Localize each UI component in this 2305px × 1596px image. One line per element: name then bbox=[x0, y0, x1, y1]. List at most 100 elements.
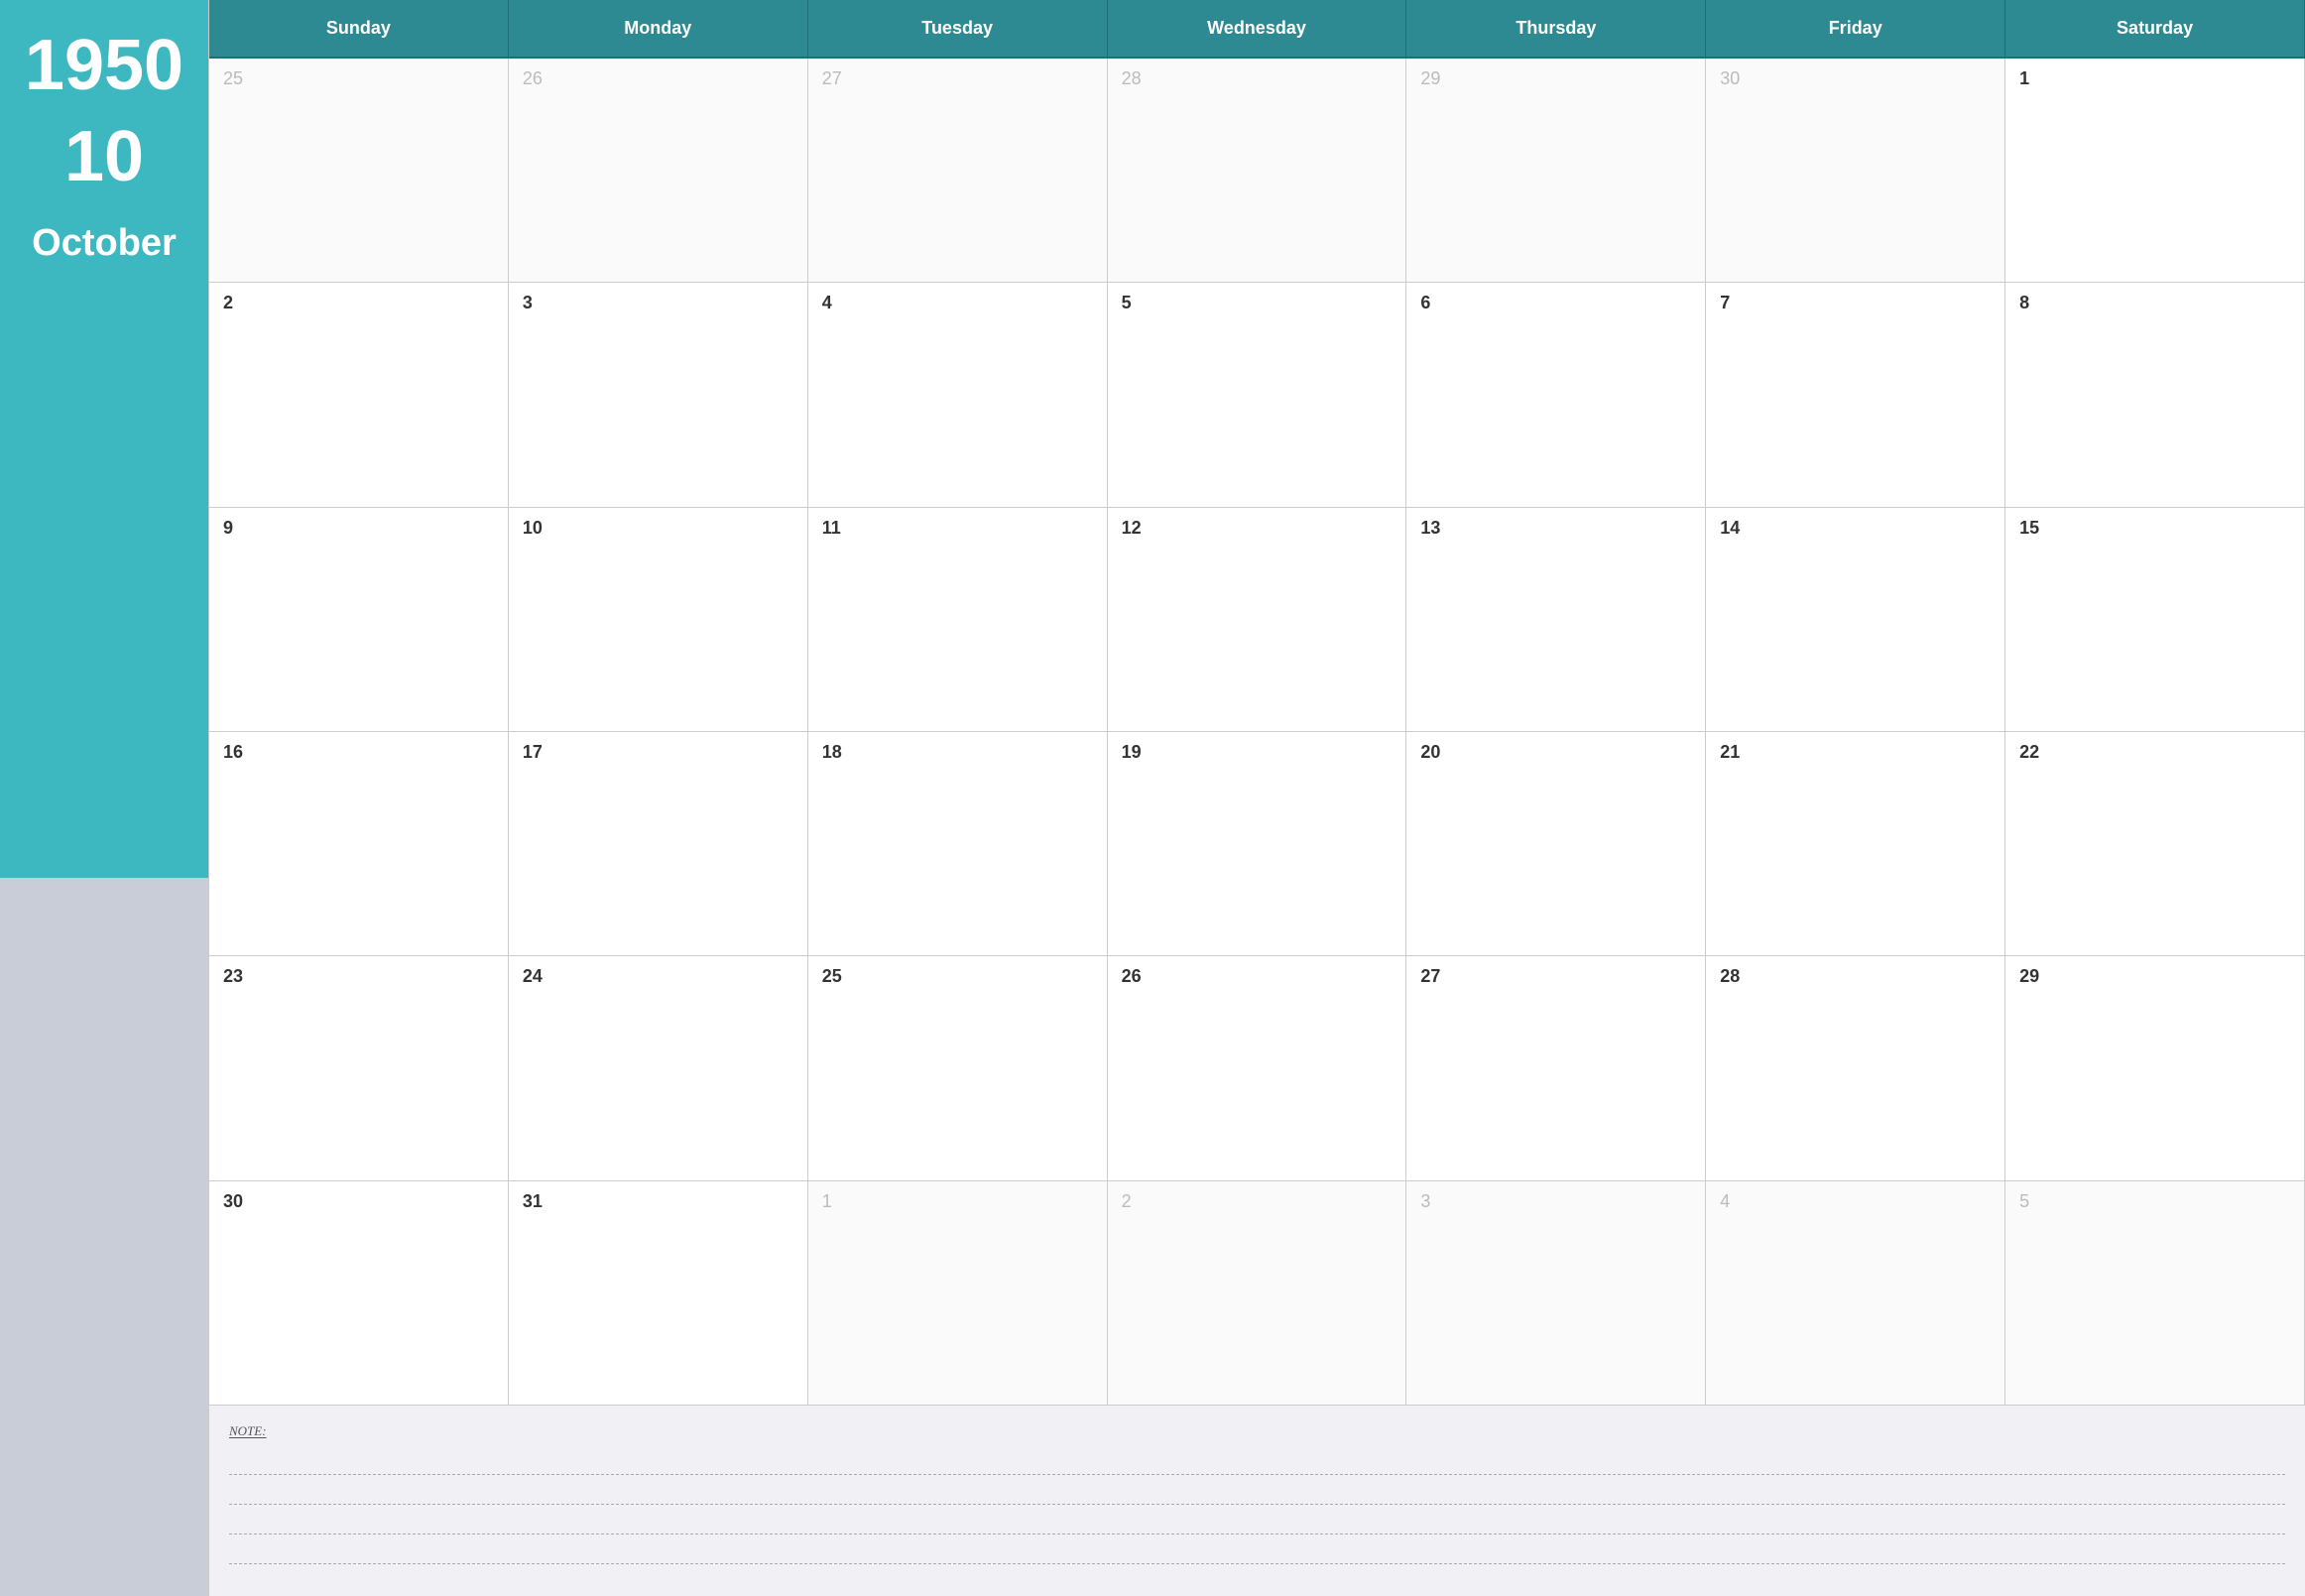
day-number: 2 bbox=[1122, 1191, 1393, 1212]
day-cell[interactable]: 31 bbox=[509, 1181, 808, 1406]
day-cell[interactable]: 24 bbox=[509, 956, 808, 1180]
day-number: 27 bbox=[1420, 966, 1691, 987]
page: 1950 10 October SundayMondayTuesdayWedne… bbox=[0, 0, 2305, 1596]
day-number: 1 bbox=[822, 1191, 1093, 1212]
note-line-3 bbox=[229, 1507, 2285, 1535]
day-cell[interactable]: 25 bbox=[808, 956, 1108, 1180]
day-cell[interactable]: 2 bbox=[209, 283, 509, 507]
day-number: 24 bbox=[523, 966, 793, 987]
day-number: 22 bbox=[2019, 742, 2290, 763]
day-cell[interactable]: 9 bbox=[209, 508, 509, 732]
day-number: 13 bbox=[1420, 518, 1691, 539]
day-number: 2 bbox=[223, 293, 494, 313]
day-cell[interactable]: 3 bbox=[1406, 1181, 1706, 1406]
day-number: 10 bbox=[523, 518, 793, 539]
day-cell[interactable]: 22 bbox=[2005, 732, 2305, 956]
day-cell[interactable]: 3 bbox=[509, 283, 808, 507]
day-cell[interactable]: 20 bbox=[1406, 732, 1706, 956]
month-name-label: October bbox=[32, 222, 177, 265]
day-cell[interactable]: 5 bbox=[2005, 1181, 2305, 1406]
day-number: 29 bbox=[2019, 966, 2290, 987]
day-cell[interactable]: 19 bbox=[1108, 732, 1407, 956]
day-number: 11 bbox=[822, 518, 1093, 539]
day-cell[interactable]: 26 bbox=[1108, 956, 1407, 1180]
day-number: 1 bbox=[2019, 68, 2290, 89]
day-cell[interactable]: 15 bbox=[2005, 508, 2305, 732]
day-number: 31 bbox=[523, 1191, 793, 1212]
calendar-area: SundayMondayTuesdayWednesdayThursdayFrid… bbox=[208, 0, 2305, 1596]
note-line-2 bbox=[229, 1477, 2285, 1505]
day-number: 30 bbox=[223, 1191, 494, 1212]
day-number: 26 bbox=[523, 68, 793, 89]
day-cell[interactable]: 13 bbox=[1406, 508, 1706, 732]
day-number: 25 bbox=[223, 68, 494, 89]
day-cell[interactable]: 8 bbox=[2005, 283, 2305, 507]
day-cell[interactable]: 14 bbox=[1706, 508, 2005, 732]
day-cell[interactable]: 21 bbox=[1706, 732, 2005, 956]
day-cell[interactable]: 4 bbox=[1706, 1181, 2005, 1406]
day-number: 25 bbox=[822, 966, 1093, 987]
day-cell[interactable]: 18 bbox=[808, 732, 1108, 956]
note-line-1 bbox=[229, 1447, 2285, 1475]
day-header-monday: Monday bbox=[509, 0, 808, 59]
day-number: 27 bbox=[822, 68, 1093, 89]
day-number: 28 bbox=[1122, 68, 1393, 89]
day-number: 19 bbox=[1122, 742, 1393, 763]
day-cell[interactable]: 4 bbox=[808, 283, 1108, 507]
day-number: 14 bbox=[1720, 518, 1991, 539]
day-number: 26 bbox=[1122, 966, 1393, 987]
sidebar: 1950 10 October bbox=[0, 0, 208, 1596]
day-header-sunday: Sunday bbox=[209, 0, 509, 59]
day-cell[interactable]: 10 bbox=[509, 508, 808, 732]
month-number-label: 10 bbox=[64, 121, 144, 192]
day-cell[interactable]: 28 bbox=[1706, 956, 2005, 1180]
day-number: 29 bbox=[1420, 68, 1691, 89]
day-cell[interactable]: 29 bbox=[2005, 956, 2305, 1180]
day-cell[interactable]: 5 bbox=[1108, 283, 1407, 507]
day-number: 16 bbox=[223, 742, 494, 763]
day-cell[interactable]: 17 bbox=[509, 732, 808, 956]
day-number: 17 bbox=[523, 742, 793, 763]
day-cell[interactable]: 30 bbox=[1706, 59, 2005, 283]
day-number: 30 bbox=[1720, 68, 1991, 89]
day-cell[interactable]: 16 bbox=[209, 732, 509, 956]
day-number: 5 bbox=[1122, 293, 1393, 313]
day-number: 4 bbox=[1720, 1191, 1991, 1212]
day-number: 15 bbox=[2019, 518, 2290, 539]
day-number: 28 bbox=[1720, 966, 1991, 987]
day-cell[interactable]: 7 bbox=[1706, 283, 2005, 507]
day-cell[interactable]: 6 bbox=[1406, 283, 1706, 507]
day-number: 4 bbox=[822, 293, 1093, 313]
day-header-tuesday: Tuesday bbox=[808, 0, 1108, 59]
day-number: 23 bbox=[223, 966, 494, 987]
day-number: 5 bbox=[2019, 1191, 2290, 1212]
day-header-wednesday: Wednesday bbox=[1108, 0, 1407, 59]
day-header-saturday: Saturday bbox=[2005, 0, 2305, 59]
day-number: 9 bbox=[223, 518, 494, 539]
day-cell[interactable]: 28 bbox=[1108, 59, 1407, 283]
year-label: 1950 bbox=[25, 30, 183, 101]
day-cell[interactable]: 29 bbox=[1406, 59, 1706, 283]
day-cell[interactable]: 2 bbox=[1108, 1181, 1407, 1406]
day-header-thursday: Thursday bbox=[1406, 0, 1706, 59]
note-line-4 bbox=[229, 1536, 2285, 1564]
day-number: 12 bbox=[1122, 518, 1393, 539]
day-number: 3 bbox=[1420, 1191, 1691, 1212]
day-number: 21 bbox=[1720, 742, 1991, 763]
day-number: 3 bbox=[523, 293, 793, 313]
calendar-grid: SundayMondayTuesdayWednesdayThursdayFrid… bbox=[208, 0, 2305, 1406]
notes-section: NOTE: bbox=[208, 1406, 2305, 1596]
day-cell[interactable]: 26 bbox=[509, 59, 808, 283]
day-number: 6 bbox=[1420, 293, 1691, 313]
day-cell[interactable]: 1 bbox=[2005, 59, 2305, 283]
day-number: 20 bbox=[1420, 742, 1691, 763]
day-cell[interactable]: 12 bbox=[1108, 508, 1407, 732]
day-cell[interactable]: 27 bbox=[1406, 956, 1706, 1180]
day-cell[interactable]: 23 bbox=[209, 956, 509, 1180]
day-cell[interactable]: 11 bbox=[808, 508, 1108, 732]
day-cell[interactable]: 27 bbox=[808, 59, 1108, 283]
day-cell[interactable]: 25 bbox=[209, 59, 509, 283]
day-cell[interactable]: 30 bbox=[209, 1181, 509, 1406]
day-number: 8 bbox=[2019, 293, 2290, 313]
day-cell[interactable]: 1 bbox=[808, 1181, 1108, 1406]
